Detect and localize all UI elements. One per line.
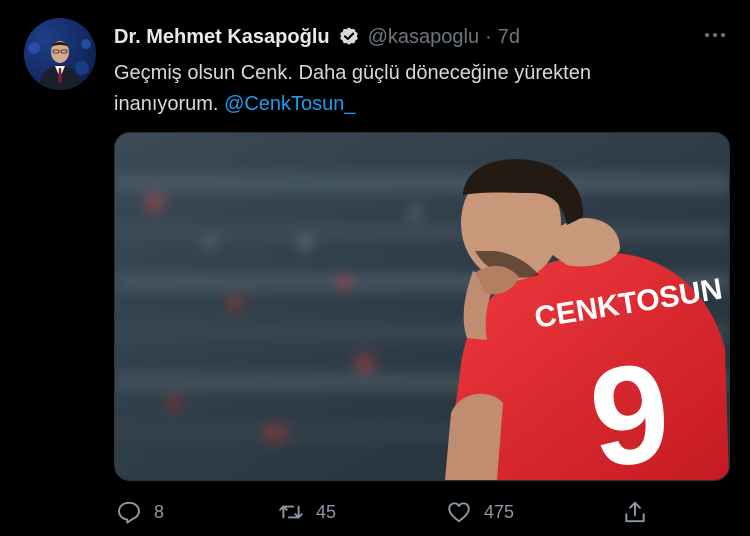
tweet-actions: 8 45 475 [114, 496, 654, 528]
more-options-icon[interactable] [700, 24, 730, 46]
tweet-text: Geçmiş olsun Cenk. Daha güçlü döneceğine… [114, 58, 674, 120]
reply-icon [116, 499, 142, 525]
mention-link[interactable]: @CenkTosun_ [224, 93, 355, 115]
share-icon [622, 499, 648, 525]
share-button[interactable] [622, 496, 648, 528]
verified-badge-icon [338, 26, 360, 48]
author-handle[interactable]: @kasapoglu [368, 26, 479, 49]
author-avatar[interactable] [24, 18, 96, 90]
retweet-icon [278, 499, 304, 525]
avatar-image [28, 39, 91, 90]
retweet-count: 45 [316, 501, 337, 522]
retweet-button[interactable]: 45 [278, 496, 336, 528]
timestamp[interactable]: 7d [498, 26, 520, 49]
reply-button[interactable]: 8 [116, 496, 164, 528]
tweet-header: Dr. Mehmet Kasapoğlu @kasapoglu · 7d [114, 24, 520, 50]
like-count: 475 [484, 501, 515, 522]
tweet[interactable]: Dr. Mehmet Kasapoğlu @kasapoglu · 7d Geç… [0, 0, 750, 536]
separator-dot: · [485, 25, 492, 48]
media-image: CENKTOSUN 9 [115, 133, 729, 480]
author-name[interactable]: Dr. Mehmet Kasapoğlu [114, 26, 330, 49]
reply-count: 8 [154, 501, 165, 522]
like-button[interactable]: 475 [446, 496, 514, 528]
tweet-media-photo[interactable]: CENKTOSUN 9 [114, 132, 730, 481]
heart-icon [446, 499, 472, 525]
